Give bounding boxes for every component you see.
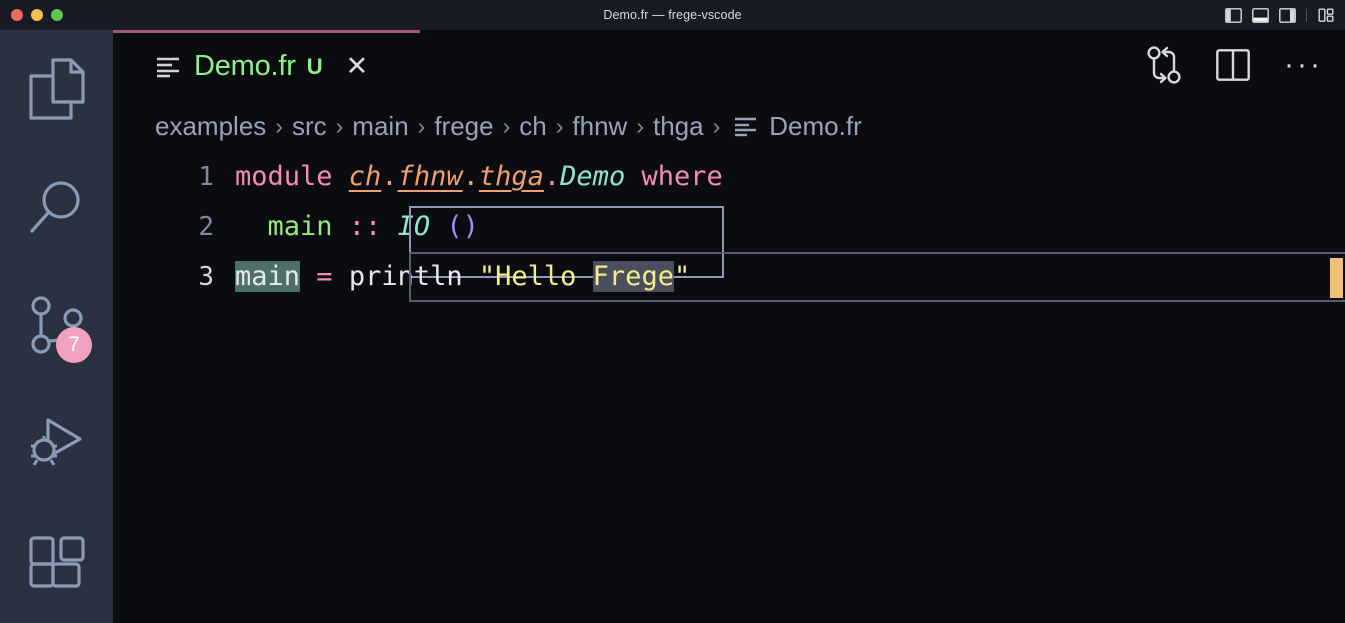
token-module-ch: ch bbox=[348, 161, 382, 192]
chevron-right-icon: › bbox=[712, 112, 721, 139]
line-number: 1 bbox=[198, 162, 214, 192]
activity-item-run-and-debug[interactable] bbox=[0, 386, 113, 505]
customize-layout-icon[interactable] bbox=[1315, 4, 1337, 26]
token-operator-equals: = bbox=[316, 261, 333, 292]
split-editor-icon[interactable] bbox=[1216, 49, 1250, 81]
token-operator-hastype: :: bbox=[348, 211, 398, 242]
tab-bar: Demo.fr U ✕ ··· bbox=[113, 30, 1345, 100]
layout-divider bbox=[1306, 8, 1307, 22]
token-dot: . bbox=[462, 161, 479, 192]
toggle-panel-icon[interactable] bbox=[1249, 4, 1271, 26]
code-line-3: 3 main = println "Hello Frege" bbox=[113, 252, 1345, 302]
token-string-hello: "Hello bbox=[478, 261, 593, 292]
token-keyword: module bbox=[235, 161, 349, 192]
code-line-1: 1 module ch.fhnw.thga.Demo where bbox=[113, 152, 1345, 202]
window-title: Demo.fr — frege-vscode bbox=[603, 8, 742, 22]
code-line-2: 2 main :: IO () bbox=[113, 202, 1345, 278]
code-line-3-content: main = println "Hello Frege" bbox=[235, 252, 690, 302]
file-outline-icon bbox=[733, 116, 758, 137]
overview-ruler-mark bbox=[1330, 258, 1343, 298]
toggle-primary-sidebar-icon[interactable] bbox=[1222, 4, 1244, 26]
search-icon bbox=[25, 176, 89, 240]
chevron-right-icon: › bbox=[275, 112, 283, 139]
breadcrumb-item-fhnw[interactable]: fhnw bbox=[572, 111, 627, 142]
code-editor[interactable]: 1 module ch.fhnw.thga.Demo where 2 main … bbox=[113, 152, 1345, 302]
activity-item-extensions[interactable] bbox=[0, 504, 113, 623]
close-icon[interactable]: ✕ bbox=[346, 53, 369, 80]
editor-actions: ··· bbox=[1146, 30, 1323, 100]
token-string-close-quote: " bbox=[673, 261, 691, 292]
run-and-debug-icon bbox=[24, 412, 90, 478]
token-string-selected-frege: Frege bbox=[592, 261, 674, 292]
tab-demo-fr[interactable]: Demo.fr U ✕ bbox=[113, 30, 420, 100]
explorer-icon bbox=[25, 56, 89, 122]
vscode-window: Demo.fr — frege-vscode 7 Demo.fr U ✕ ···… bbox=[0, 0, 1345, 623]
file-outline-icon bbox=[155, 56, 181, 78]
chevron-right-icon: › bbox=[636, 112, 644, 139]
code-line-1-content: module ch.fhnw.thga.Demo where bbox=[235, 152, 723, 202]
token-type-io: IO bbox=[397, 211, 447, 242]
more-actions-icon[interactable]: ··· bbox=[1284, 50, 1323, 80]
breadcrumb-item-examples[interactable]: examples bbox=[155, 111, 266, 142]
compare-changes-icon[interactable] bbox=[1146, 45, 1182, 85]
breadcrumb-item-thga[interactable]: thga bbox=[653, 111, 704, 142]
breadcrumb-item-main[interactable]: main bbox=[352, 111, 408, 142]
token-type-demo: Demo bbox=[560, 161, 626, 192]
editor-group: Demo.fr U ✕ ··· examples › src › main › … bbox=[113, 30, 1345, 623]
token-unit-parens: () bbox=[446, 211, 479, 242]
extensions-icon bbox=[25, 532, 89, 596]
chevron-right-icon: › bbox=[502, 112, 511, 139]
breadcrumb: examples › src › main › frege › ch › fhn… bbox=[113, 100, 1345, 152]
breadcrumb-item-src[interactable]: src bbox=[292, 111, 327, 142]
code-line-2-content: main :: IO () bbox=[235, 202, 479, 252]
activity-item-source-control[interactable]: 7 bbox=[0, 267, 113, 386]
layout-actions bbox=[1222, 0, 1337, 30]
source-control-badge: 7 bbox=[56, 327, 92, 364]
breadcrumb-item-demo-fr[interactable]: Demo.fr bbox=[733, 110, 862, 142]
chevron-right-icon: › bbox=[335, 112, 344, 139]
token-function-println: println bbox=[332, 261, 479, 292]
token-dot: . bbox=[381, 161, 398, 192]
activity-item-explorer[interactable] bbox=[0, 30, 113, 149]
breadcrumb-item-ch[interactable]: ch bbox=[519, 111, 546, 142]
line-number: 3 bbox=[198, 262, 214, 292]
line-number: 2 bbox=[198, 212, 214, 242]
activity-item-search[interactable] bbox=[0, 149, 113, 268]
toggle-secondary-sidebar-icon[interactable] bbox=[1276, 4, 1298, 26]
token-function-main: main bbox=[267, 211, 349, 242]
token-keyword-where: where bbox=[641, 161, 723, 192]
token-occurrence-main: main bbox=[235, 261, 301, 292]
chevron-right-icon: › bbox=[417, 112, 426, 139]
title-bar: Demo.fr — frege-vscode bbox=[0, 0, 1345, 30]
token-dot: . bbox=[543, 161, 561, 192]
tab-label: Demo.fr bbox=[194, 50, 296, 82]
activity-bar: 7 bbox=[0, 30, 113, 623]
breadcrumb-file-label: Demo.fr bbox=[769, 110, 862, 141]
token-module-fhnw: fhnw bbox=[397, 161, 463, 192]
chevron-right-icon: › bbox=[555, 112, 564, 139]
breadcrumb-item-frege[interactable]: frege bbox=[434, 111, 493, 142]
token-module-thga: thga bbox=[478, 161, 544, 192]
tab-git-status-badge: U bbox=[306, 53, 323, 79]
